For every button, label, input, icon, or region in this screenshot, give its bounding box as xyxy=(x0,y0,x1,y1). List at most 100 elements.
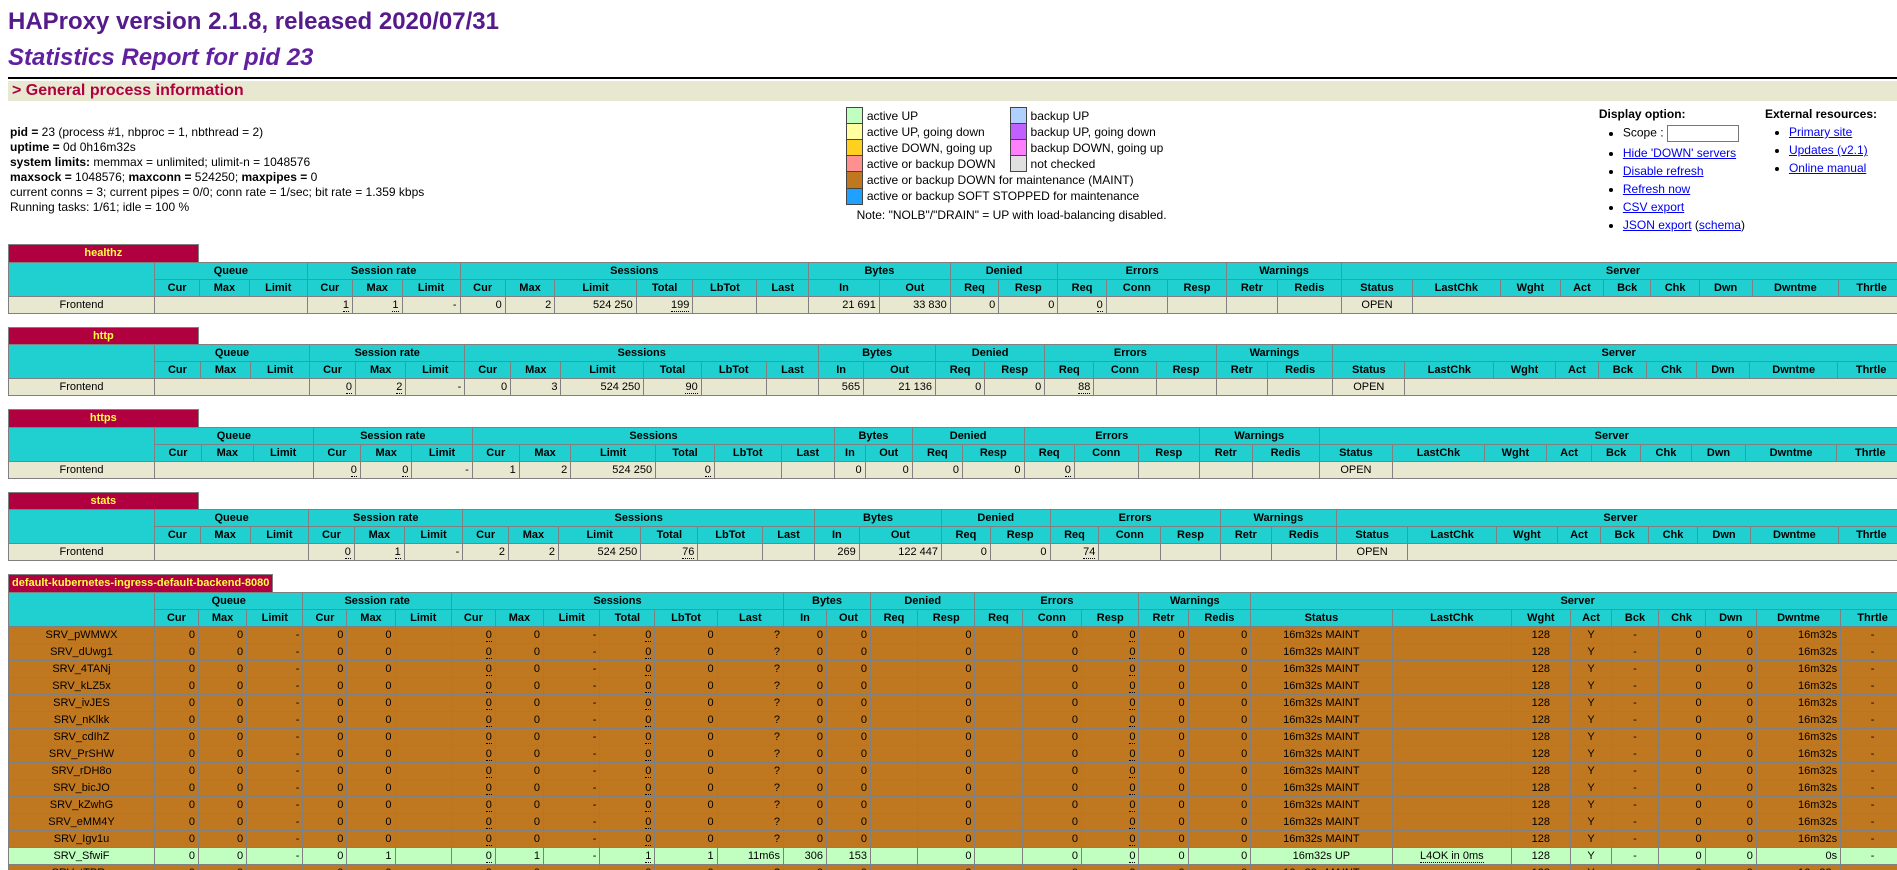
row-name-link[interactable]: SRV_tTPRo xyxy=(52,867,112,870)
stat-cell: 0 xyxy=(1705,677,1756,694)
stat-cell: - xyxy=(412,461,472,478)
link-schema[interactable]: schema xyxy=(1699,218,1741,232)
col-header: LbTot xyxy=(693,279,757,296)
stat-cell: 128 xyxy=(1512,728,1570,745)
stat-cell: 2 xyxy=(505,296,555,313)
link-csv-export[interactable]: CSV export xyxy=(1623,200,1684,214)
option-item: Scope : xyxy=(1623,125,1745,142)
row-name-link[interactable]: SRV_dUwg1 xyxy=(50,646,113,658)
row-name-link[interactable]: SRV_eMM4Y xyxy=(48,816,114,828)
row-name-link[interactable]: SRV_cdIhZ xyxy=(53,731,109,743)
proxy-link[interactable]: http xyxy=(93,330,114,342)
stat-cell xyxy=(975,626,1022,643)
row-name-link[interactable]: Frontend xyxy=(59,546,103,558)
stat-cell: 0 xyxy=(656,461,715,478)
stat-cell: 16m32s MAINT xyxy=(1251,830,1392,847)
col-group-session-rate: Session rate xyxy=(303,592,451,609)
row-name-link[interactable]: SRV_rDH8o xyxy=(51,765,111,777)
stat-cell xyxy=(714,461,781,478)
stat-cell: 0 xyxy=(1705,830,1756,847)
proxy-link[interactable]: default-kubernetes-ingress-default-backe… xyxy=(12,577,269,589)
link-updates-v2-1-[interactable]: Updates (v2.1) xyxy=(1789,143,1868,157)
col-header: Dwntme xyxy=(1751,527,1839,544)
stat-cell: 0 xyxy=(1022,694,1081,711)
col-header: Resp xyxy=(963,444,1024,461)
stat-cell: - xyxy=(1841,745,1897,762)
link-json-export[interactable]: JSON export xyxy=(1623,218,1692,232)
row-name-link[interactable]: Frontend xyxy=(59,464,103,476)
col-header: Status xyxy=(1342,279,1413,296)
stat-cell xyxy=(1405,379,1897,396)
row-name-link[interactable]: SRV_ivJES xyxy=(53,697,110,709)
stat-cell: - xyxy=(544,728,600,745)
col-header: Cur xyxy=(154,279,199,296)
stat-cell: 0 xyxy=(1658,728,1705,745)
column-header-row: CurMaxLimitCurMaxLimitCurMaxLimitTotalLb… xyxy=(9,362,1897,379)
stat-cell: 16m32s xyxy=(1756,643,1840,660)
stat-cell: OPEN xyxy=(1342,296,1413,313)
stat-cell xyxy=(154,461,313,478)
column-header-row: CurMaxLimitCurMaxLimitCurMaxLimitTotalLb… xyxy=(9,279,1897,296)
stat-cell: 0 xyxy=(1705,779,1756,796)
stat-cell: 0 xyxy=(347,711,395,728)
col-header: Act xyxy=(1557,527,1601,544)
stat-cell: 0 xyxy=(451,643,495,660)
row-name-link[interactable]: SRV_Igv1u xyxy=(54,833,109,845)
stat-cell: 0 xyxy=(918,847,975,864)
col-header: Cur xyxy=(154,527,200,544)
corner-cell xyxy=(9,427,155,461)
legend-label: active or backup SOFT STOPPED for mainte… xyxy=(862,188,1177,204)
stat-cell: - xyxy=(544,643,600,660)
proxy-link[interactable]: healthz xyxy=(84,247,122,259)
col-header: Limit xyxy=(555,279,637,296)
external-resources-list: Primary site Updates (v2.1) Online manual xyxy=(1765,125,1877,175)
row-name-link[interactable]: SRV_bicJO xyxy=(53,782,110,794)
row-name-link[interactable]: SRV_PrSHW xyxy=(49,748,114,760)
link-online-manual[interactable]: Online manual xyxy=(1789,161,1866,175)
link-refresh-now[interactable]: Refresh now xyxy=(1623,182,1690,196)
row-name-link[interactable]: SRV_kLZ5x xyxy=(52,680,111,692)
stat-cell: Y xyxy=(1570,813,1612,830)
scope-input[interactable] xyxy=(1667,125,1739,142)
col-header: Thrtle xyxy=(1838,362,1897,379)
row-name-link[interactable]: SRV_SfwiF xyxy=(53,850,109,862)
row-name-link[interactable]: Frontend xyxy=(59,381,103,393)
stat-cell xyxy=(781,461,835,478)
stat-cell: 0 xyxy=(303,830,347,847)
row-name-link[interactable]: SRV_kZwhG xyxy=(50,799,113,811)
stat-cell: 1 xyxy=(354,544,404,561)
link-primary-site[interactable]: Primary site xyxy=(1789,125,1852,139)
stat-cell: 1 xyxy=(352,296,402,313)
col-header: Total xyxy=(644,362,701,379)
stats-table: QueueSession rateSessionsBytesDeniedErro… xyxy=(8,427,1897,479)
stat-cell xyxy=(1216,379,1267,396)
proxy-name-table: healthz xyxy=(8,244,1897,262)
stat-cell xyxy=(870,677,917,694)
link-hide-down-servers[interactable]: Hide 'DOWN' servers xyxy=(1623,146,1736,160)
stat-cell: ? xyxy=(717,626,783,643)
link-disable-refresh[interactable]: Disable refresh xyxy=(1623,164,1704,178)
row-name-link[interactable]: SRV_4TANj xyxy=(52,663,110,675)
col-header: Last xyxy=(766,362,818,379)
row-name-link[interactable]: SRV_pWMWX xyxy=(46,629,118,641)
proxy-link[interactable]: stats xyxy=(90,495,116,507)
stat-cell: 0 xyxy=(347,626,395,643)
stat-cell: 0 xyxy=(1188,694,1251,711)
legend-table: active UP backup UP active UP, going dow… xyxy=(846,107,1177,205)
stat-cell: 0 xyxy=(1705,796,1756,813)
stat-cell: 0 xyxy=(495,660,543,677)
stat-cell: 0 xyxy=(1658,745,1705,762)
stat-cell: 0 xyxy=(826,813,870,830)
row-name-link[interactable]: SRV_nKlkk xyxy=(54,714,109,726)
stat-cell: - xyxy=(1841,626,1897,643)
stat-cell: 16m32s MAINT xyxy=(1251,660,1392,677)
row-name-link[interactable]: Frontend xyxy=(59,299,103,311)
backup_up-swatch xyxy=(1010,108,1026,124)
proxy-link[interactable]: https xyxy=(90,412,117,424)
stat-cell: 0 xyxy=(826,711,870,728)
stat-cell: 0 xyxy=(950,296,998,313)
legend-body: active UP backup UP active UP, going dow… xyxy=(846,108,1177,205)
stat-cell xyxy=(1392,779,1512,796)
haproxy-version-link[interactable]: HAProxy version 2.1.8, released 2020/07/… xyxy=(8,8,499,35)
stat-cell: 0 xyxy=(1705,711,1756,728)
